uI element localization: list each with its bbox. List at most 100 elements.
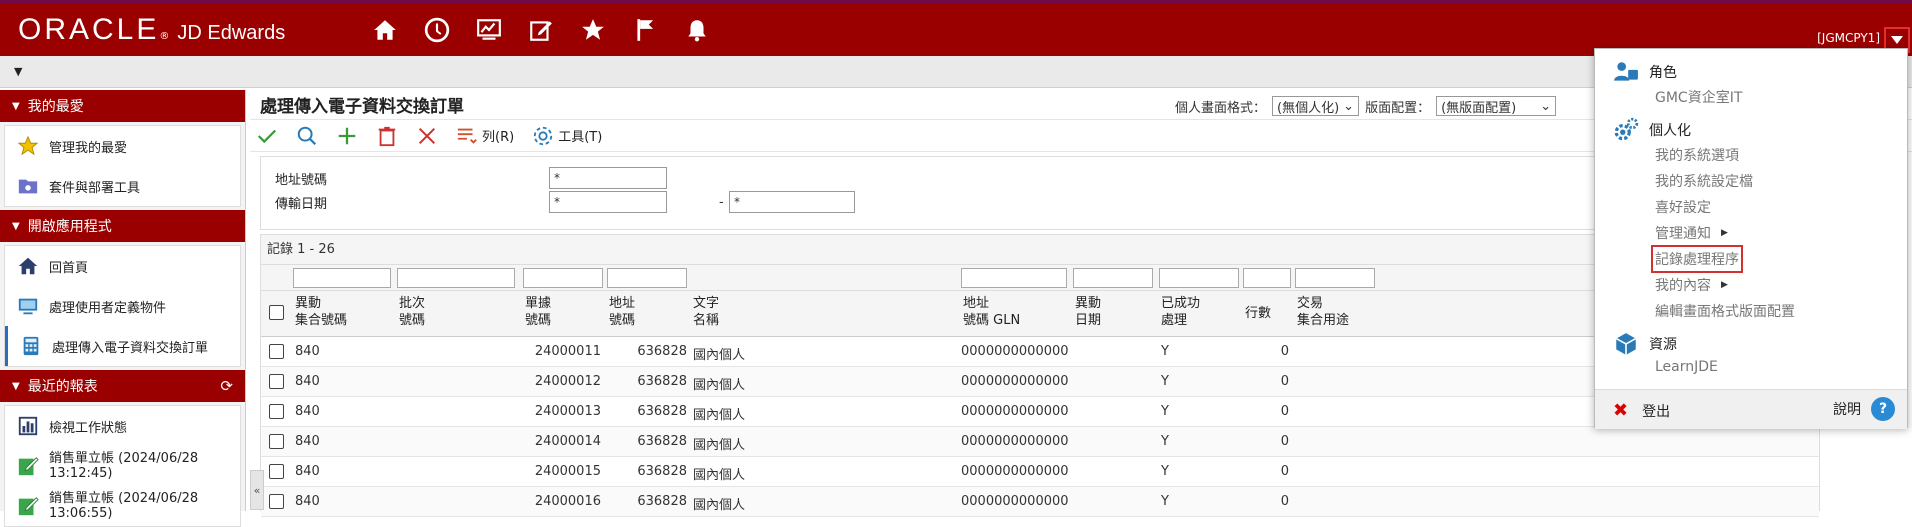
row-checkbox[interactable] (269, 494, 284, 509)
menu-manage-notifications[interactable]: 管理通知 ▶ (1655, 223, 1728, 243)
col-header[interactable]: 異動 日期 (1075, 295, 1101, 329)
flag-icon[interactable] (630, 15, 660, 45)
menu-preferences[interactable]: 喜好設定 (1655, 197, 1711, 217)
row-checkbox[interactable] (269, 434, 284, 449)
bell-icon[interactable] (682, 15, 712, 45)
trash-icon (378, 126, 396, 146)
edit-icon[interactable] (526, 15, 556, 45)
monitor-chart-icon[interactable] (474, 15, 504, 45)
carousel-toggle-icon[interactable]: ▼ (14, 65, 22, 78)
qbe-input[interactable] (961, 268, 1067, 288)
oracle-jde-logo[interactable]: ORACLE ® JD Edwards (18, 13, 285, 47)
delete-button[interactable] (376, 125, 398, 147)
calculator-icon (20, 335, 42, 357)
select-all-checkbox[interactable] (269, 305, 284, 320)
panel-collapse-handle[interactable]: « (250, 470, 264, 510)
table-row[interactable]: 840 24000014 636828 國內個人 0000000000000 Y… (261, 427, 1819, 457)
row-menu-button[interactable]: 列(R) (456, 125, 514, 147)
nav-home[interactable]: 回首頁 (5, 246, 240, 286)
cell: 840 (295, 494, 320, 509)
col-header[interactable]: 已成功 處理 (1161, 295, 1200, 329)
table-row[interactable]: 840 24000012 636828 國內個人 0000000000000 Y… (261, 367, 1819, 397)
personal-format-value: (無個人化) (1277, 100, 1340, 116)
menu-my-content[interactable]: 我的內容 ▶ (1655, 275, 1728, 295)
nav-manage-favorites[interactable]: 管理我的最愛 (5, 126, 240, 166)
row-checkbox[interactable] (269, 404, 284, 419)
col-header[interactable]: 地址 號碼 (609, 295, 635, 329)
cell: 國內個人 (693, 498, 746, 513)
qbe-input[interactable] (293, 268, 391, 288)
menu-my-system-profile[interactable]: 我的系統設定檔 (1655, 171, 1753, 191)
qbe-input[interactable] (523, 268, 603, 288)
transmission-date-from-input[interactable]: * (549, 191, 667, 213)
menu-edit-form-layout[interactable]: 編輯畫面格式版面配置 (1655, 301, 1795, 321)
logout-button[interactable]: ✖ 登出 (1613, 400, 1670, 421)
qbe-input[interactable] (607, 268, 687, 288)
personal-format-select[interactable]: (無個人化) ⌄ (1272, 96, 1360, 116)
row-checkbox[interactable] (269, 464, 284, 479)
nav-report-sales-update-2[interactable]: 銷售單立帳 (2024/06/28 13:06:55) (5, 486, 240, 526)
qbe-input[interactable] (1243, 268, 1291, 288)
menu-my-system-options[interactable]: 我的系統選項 (1655, 145, 1739, 165)
col-header[interactable]: 單據 號碼 (525, 295, 551, 329)
cell: Y (1161, 344, 1169, 359)
query-filter-panel: 地址號碼 * 傳輸日期 * - * (260, 156, 1660, 230)
qbe-input[interactable] (397, 268, 515, 288)
user-dropdown-menu: 角色 GMC資企室IT 個人化 我的系統選項 我的系統設定檔 喜好設定 管理通知… (1594, 48, 1908, 429)
menu-log-process[interactable]: 記錄處理程序 (1651, 245, 1743, 273)
nav-view-job-status[interactable]: 檢視工作狀態 (5, 406, 240, 446)
col-header[interactable]: 行數 (1245, 305, 1271, 322)
qbe-input[interactable] (1295, 268, 1375, 288)
address-number-input[interactable]: * (549, 167, 667, 189)
cell: 0 (1280, 374, 1289, 389)
nav-inbound-edi-orders[interactable]: 處理傳入電子資料交換訂單 (5, 326, 240, 366)
nav-item-label: 回首頁 (49, 260, 89, 276)
left-navigation-panel: ▼ 我的最愛 管理我的最愛 套件與部署工具 ▼ 開啟應用程式 回首頁 處理使用者… (0, 90, 246, 527)
recent-reports-section-header[interactable]: ▼ 最近的報表 ⟳ (0, 370, 245, 402)
qbe-input[interactable] (1073, 268, 1153, 288)
favorites-section-header[interactable]: ▼ 我的最愛 (0, 90, 245, 122)
find-button[interactable] (296, 125, 318, 147)
col-header[interactable]: 交易 集合用途 (1297, 295, 1349, 329)
clock-icon[interactable] (422, 15, 452, 45)
cell: Y (1161, 494, 1169, 509)
folder-icon (17, 175, 39, 197)
help-button[interactable]: 說明? (1833, 397, 1895, 421)
cell: 0 (1280, 344, 1289, 359)
menu-learnjde[interactable]: LearnJDE (1655, 359, 1718, 375)
table-row[interactable]: 840 24000013 636828 國內個人 0000000000000 Y… (261, 397, 1819, 427)
table-row[interactable]: 840 24000016 636828 國內個人 0000000000000 Y… (261, 487, 1819, 517)
qbe-input[interactable] (1159, 268, 1239, 288)
recent-reports-title: 最近的報表 (27, 379, 98, 395)
layout-select[interactable]: (無版面配置) ⌄ (1436, 96, 1557, 116)
col-header[interactable]: 批次 號碼 (399, 295, 425, 329)
date-range-dash: - (719, 195, 724, 210)
cell: 0000000000000 (961, 404, 1069, 419)
nav-package-tools[interactable]: 套件與部署工具 (5, 166, 240, 206)
role-value[interactable]: GMC資企室IT (1655, 87, 1742, 107)
close-button[interactable] (416, 125, 438, 147)
row-checkbox[interactable] (269, 344, 284, 359)
refresh-icon[interactable]: ⟳ (220, 377, 233, 395)
add-button[interactable] (336, 125, 358, 147)
col-header[interactable]: 地址 號碼 GLN (963, 295, 1020, 329)
nav-user-defined-objects[interactable]: 處理使用者定義物件 (5, 286, 240, 326)
transmission-date-to-input[interactable]: * (729, 191, 855, 213)
edit-report-icon (17, 495, 39, 517)
nav-item-label: 套件與部署工具 (49, 180, 141, 196)
row-checkbox[interactable] (269, 374, 284, 389)
col-header[interactable]: 文字 名稱 (693, 295, 719, 329)
home-icon[interactable] (370, 15, 400, 45)
star-icon[interactable] (578, 15, 608, 45)
ok-button[interactable] (256, 125, 278, 147)
col-header[interactable]: 異動 集合號碼 (295, 295, 347, 329)
page-title: 處理傳入電子資料交換訂單 (260, 97, 464, 117)
tools-menu-button[interactable]: 工具(T) (532, 125, 602, 147)
open-apps-section-header[interactable]: ▼ 開啟應用程式 (0, 210, 245, 242)
nav-report-sales-update-1[interactable]: 銷售單立帳 (2024/06/28 13:12:45) (5, 446, 240, 486)
table-row[interactable]: 840 24000011 636828 國內個人 0000000000000 Y… (261, 337, 1819, 367)
chevron-down-icon: ⌄ (1343, 98, 1355, 114)
role-section-header: 角色 (1613, 59, 1677, 85)
table-row[interactable]: 840 24000015 636828 國內個人 0000000000000 Y… (261, 457, 1819, 487)
logout-label: 登出 (1642, 403, 1671, 420)
